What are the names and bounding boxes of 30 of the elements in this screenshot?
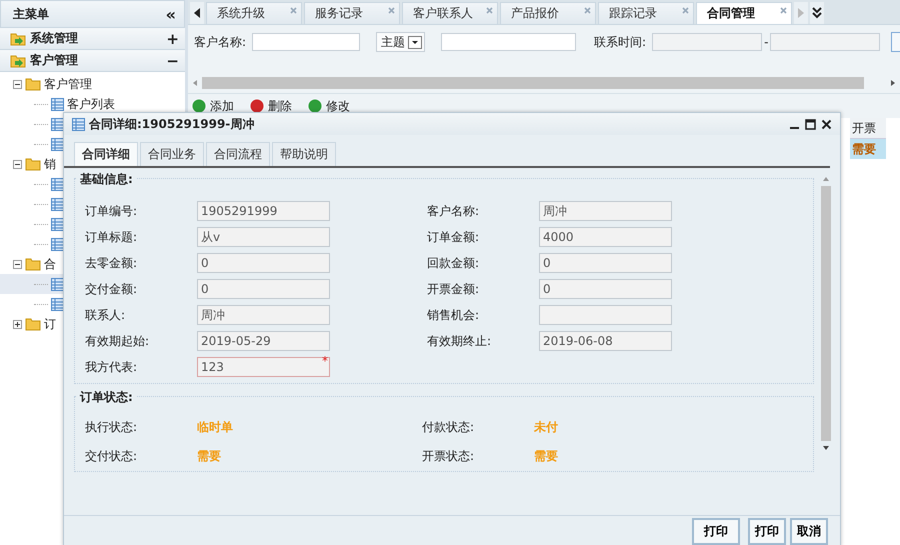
field-label: 订单金额: <box>427 228 480 246</box>
field-label: 去零金额: <box>85 254 138 272</box>
range-separator: - <box>764 35 768 49</box>
field-label: 有效期起始: <box>85 332 150 350</box>
field-label: 订单编号: <box>85 202 138 220</box>
field-label: 有效期终止: <box>427 332 492 350</box>
status-value: 需要 <box>197 448 222 465</box>
field-label: 客户名称: <box>427 202 480 220</box>
field-label: 开票金额: <box>427 280 480 298</box>
status-value: 未付 <box>534 419 559 436</box>
field-label: 我方代表: <box>85 358 138 376</box>
field-label: 执行状态: <box>85 419 138 436</box>
field-label: 交付金额: <box>85 280 138 298</box>
status-value: 临时单 <box>197 419 234 436</box>
table-cell-text: 需要 <box>851 140 877 158</box>
field-label: 开票状态: <box>422 448 476 465</box>
field-label: 付款状态: <box>422 419 476 436</box>
field-label: 联系人: <box>85 306 126 324</box>
section-title: 订单状态: <box>77 389 136 406</box>
field-label: 交付状态: <box>85 448 138 465</box>
field-label: 销售机会: <box>427 306 480 324</box>
field-label: 客户名称: <box>194 34 246 50</box>
field-label: 联系时间: <box>594 34 646 50</box>
dialog-title: 合同详细:1905291999-周冲 <box>89 116 256 132</box>
field-label: 回款金额: <box>427 254 480 272</box>
field-label: 订单标题: <box>85 228 138 246</box>
required-mark: * <box>322 354 328 368</box>
status-value: 需要 <box>534 448 559 465</box>
section-title: 基础信息: <box>77 171 136 188</box>
sidebar-title: 主菜单 <box>13 6 49 22</box>
